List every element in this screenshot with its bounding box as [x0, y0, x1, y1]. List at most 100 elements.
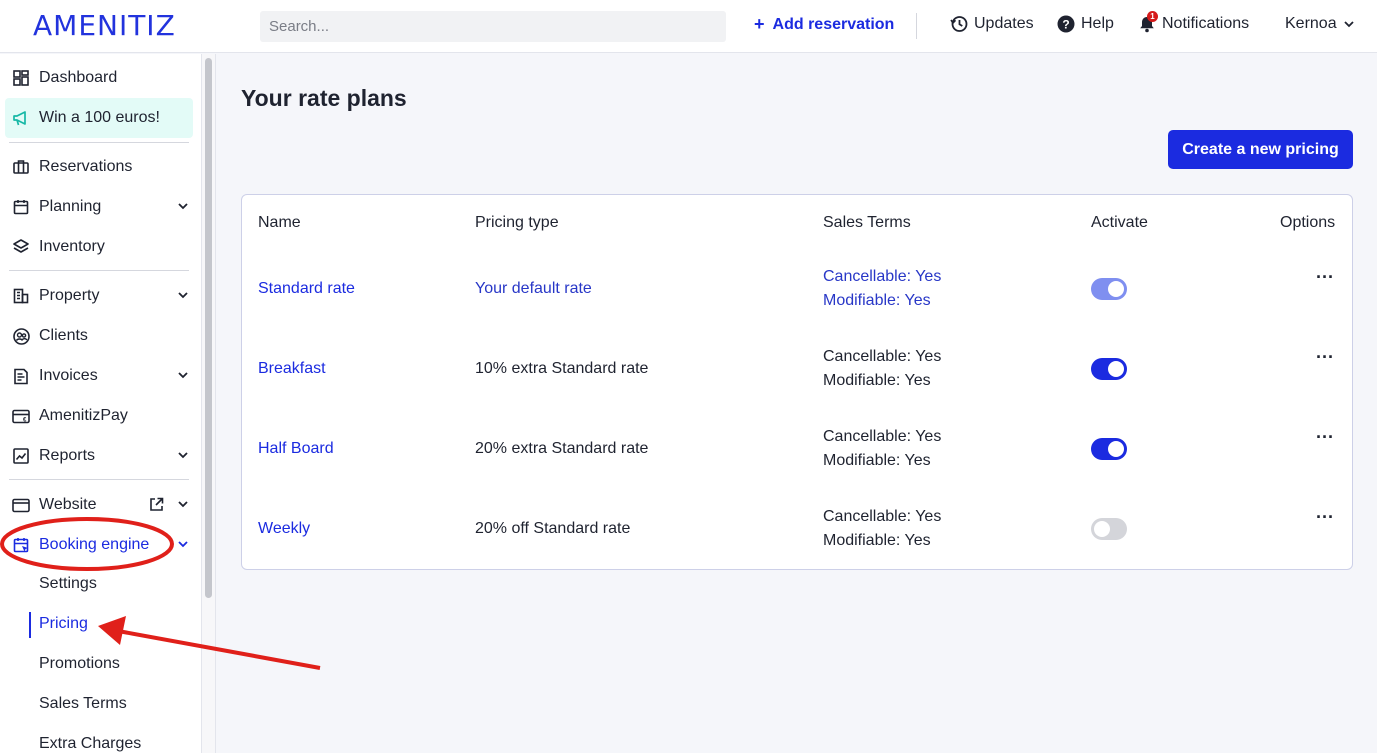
pricing-type: 20% extra Standard rate [475, 440, 649, 457]
updates-button[interactable]: Updates [950, 15, 1034, 33]
notifications-label: Notifications [1162, 15, 1250, 32]
sidebar-item-invoices[interactable]: Invoices [0, 356, 202, 396]
help-icon: ? [1057, 15, 1075, 33]
activate-toggle[interactable] [1091, 518, 1127, 540]
notification-badge: 1 [1147, 11, 1158, 22]
chevron-down-icon [178, 292, 188, 299]
sidebar-item-website[interactable]: Website [0, 485, 202, 525]
column-header-activate: Activate [1091, 214, 1148, 231]
browser-icon [11, 495, 31, 515]
sidebar-scrollbar[interactable] [205, 58, 212, 598]
updates-label: Updates [974, 15, 1034, 32]
sidebar-item-clients[interactable]: Clients [0, 316, 202, 356]
modifiable-term: Modifiable: Yes [823, 292, 931, 309]
header-divider [916, 13, 917, 39]
sidebar-item-property[interactable]: Property [0, 276, 202, 316]
layers-icon [11, 237, 31, 257]
chart-icon [11, 446, 31, 466]
sidebar-item-label: Reservations [39, 158, 133, 175]
sidebar-item-label: Invoices [39, 367, 98, 384]
notifications-button[interactable]: 1 Notifications [1138, 11, 1250, 33]
active-indicator [29, 612, 31, 638]
sidebar-subitem-promotions[interactable]: Promotions [39, 655, 120, 673]
rate-name-link[interactable]: Breakfast [258, 360, 326, 378]
add-reservation-button[interactable]: + Add reservation [754, 14, 894, 35]
rate-name-link[interactable]: Weekly [258, 520, 310, 538]
sidebar-item-amenitizpay[interactable]: € AmenitizPay [0, 396, 202, 436]
svg-text:?: ? [1062, 18, 1069, 32]
page-title: Your rate plans [241, 85, 407, 111]
rate-plans-table: Name Pricing type Sales Terms Activate O… [241, 194, 1353, 570]
activate-toggle[interactable] [1091, 438, 1127, 460]
sidebar-item-inventory[interactable]: Inventory [0, 227, 202, 267]
sidebar-item-label: Inventory [39, 238, 105, 255]
sidebar-item-label: Website [39, 496, 97, 513]
plus-icon: + [754, 14, 765, 34]
calendar-icon [11, 197, 31, 217]
sidebar-subitem-extra-charges[interactable]: Extra Charges [39, 735, 141, 753]
table-row: Half Board 20% extra Standard rate Cance… [242, 409, 1352, 489]
options-menu-icon[interactable]: ··· [1316, 267, 1334, 288]
sidebar-subitem-sales-terms[interactable]: Sales Terms [39, 695, 127, 713]
help-button[interactable]: ? Help [1057, 15, 1114, 33]
sidebar-item-label: Win a 100 euros! [39, 109, 160, 126]
sidebar-divider [9, 142, 189, 143]
sidebar-item-label: Reports [39, 447, 96, 464]
column-header-sales-terms: Sales Terms [823, 214, 911, 231]
sales-terms: Cancellable: Yes Modifiable: Yes [823, 425, 941, 473]
table-row: Standard rate Your default rate Cancella… [242, 249, 1352, 329]
sidebar-item-reports[interactable]: Reports [0, 436, 202, 476]
sidebar-item-planning[interactable]: Planning [0, 187, 202, 227]
modifiable-term: Modifiable: Yes [823, 532, 931, 549]
search-input[interactable] [260, 11, 726, 42]
suitcase-icon [11, 157, 31, 177]
sidebar-divider [9, 270, 189, 271]
cancellable-term: Cancellable: Yes [823, 508, 942, 525]
table-row: Weekly 20% off Standard rate Cancellable… [242, 489, 1352, 569]
help-label: Help [1081, 15, 1114, 32]
modifiable-term: Modifiable: Yes [823, 452, 931, 469]
sales-terms: Cancellable: Yes Modifiable: Yes [823, 345, 941, 393]
sidebar-item-dashboard[interactable]: Dashboard [0, 58, 202, 98]
cancellable-term: Cancellable: Yes [823, 268, 942, 285]
options-menu-icon[interactable]: ··· [1316, 347, 1334, 368]
sidebar-item-label: Property [39, 287, 100, 304]
activate-toggle[interactable] [1091, 278, 1127, 300]
user-menu[interactable]: Kernoa [1285, 15, 1355, 33]
sidebar-item-label: Planning [39, 198, 102, 215]
create-pricing-button[interactable]: Create a new pricing [1168, 130, 1353, 169]
column-header-name: Name [258, 214, 301, 231]
sidebar-subitem-settings[interactable]: Settings [39, 575, 97, 593]
chevron-down-icon [178, 541, 188, 548]
pricing-type: Your default rate [475, 280, 592, 297]
chevron-down-icon [1343, 21, 1354, 28]
chevron-down-icon [178, 203, 188, 210]
sidebar-item-label: Dashboard [39, 69, 118, 86]
clients-icon [11, 326, 31, 346]
sidebar-item-reservations[interactable]: Reservations [0, 147, 202, 187]
external-link-icon[interactable] [149, 497, 164, 512]
sidebar-item-win-promo[interactable]: Win a 100 euros! [5, 98, 193, 138]
invoice-icon [11, 366, 31, 386]
rate-name-link[interactable]: Standard rate [258, 280, 355, 298]
table-row: Breakfast 10% extra Standard rate Cancel… [242, 329, 1352, 409]
rate-name-link[interactable]: Half Board [258, 440, 334, 458]
user-name: Kernoa [1285, 15, 1337, 32]
sidebar-item-label: Clients [39, 327, 88, 344]
amenitiz-logo[interactable]: AMENITIZ [33, 9, 176, 42]
bell-icon: 1 [1138, 11, 1158, 33]
sidebar-item-booking-engine[interactable]: Booking engine [0, 525, 202, 565]
options-menu-icon[interactable]: ··· [1316, 427, 1334, 448]
sales-terms: Cancellable: Yes Modifiable: Yes [823, 505, 941, 553]
pricing-type: 20% off Standard rate [475, 520, 631, 537]
history-icon [950, 16, 968, 32]
booking-engine-icon [11, 535, 31, 555]
activate-toggle[interactable] [1091, 358, 1127, 380]
chevron-down-icon [178, 501, 188, 508]
add-reservation-label: Add reservation [772, 15, 895, 33]
options-menu-icon[interactable]: ··· [1316, 507, 1334, 528]
sidebar-subitem-pricing[interactable]: Pricing [39, 615, 88, 633]
pricing-type: 10% extra Standard rate [475, 360, 649, 377]
column-header-options: Options [1280, 214, 1336, 231]
modifiable-term: Modifiable: Yes [823, 372, 931, 389]
